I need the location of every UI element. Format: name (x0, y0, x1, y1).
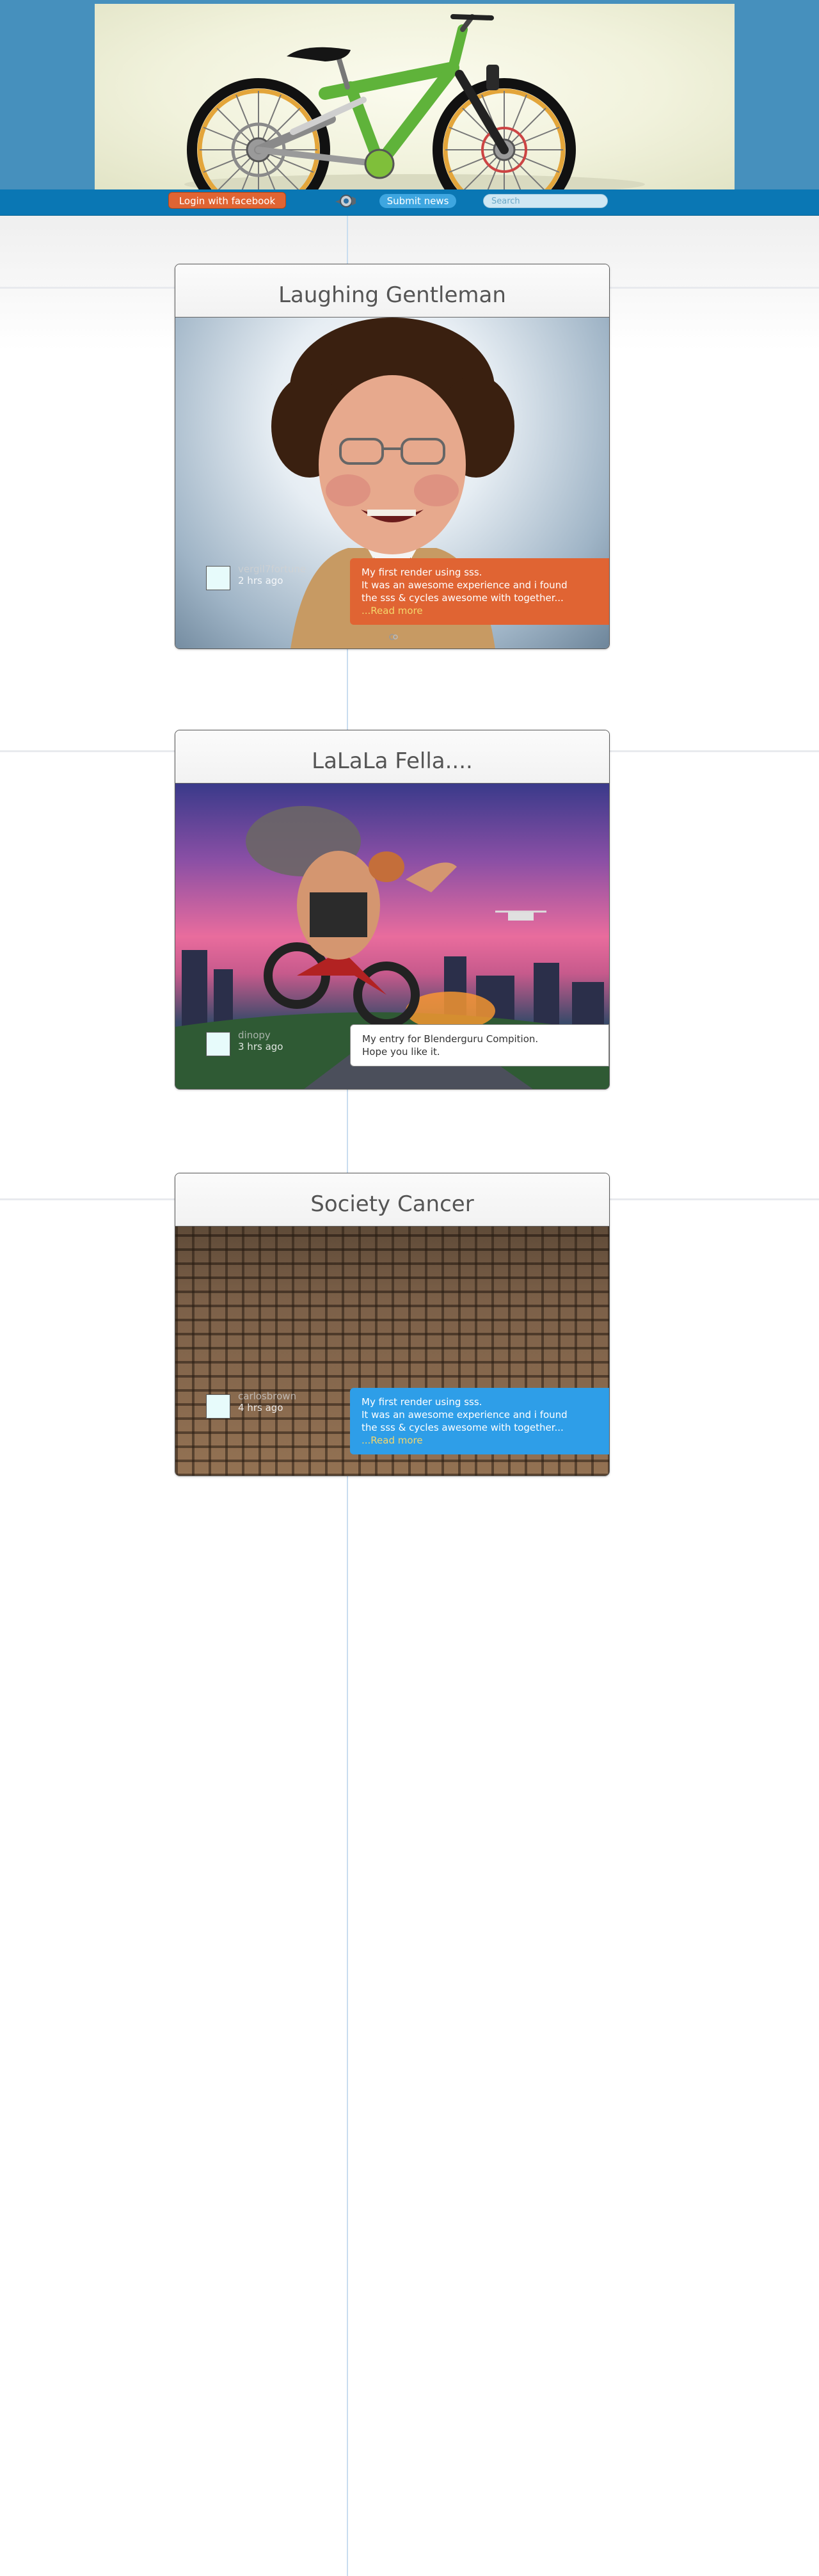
front-wheel (433, 78, 576, 189)
submit-news-button[interactable]: Submit news (379, 194, 456, 208)
post-meta: dinopy 3 hrs ago (238, 1029, 283, 1052)
post-title[interactable]: Society Cancer (175, 1173, 609, 1227)
bicycle-illustration (184, 14, 645, 189)
hero-banner (95, 4, 735, 189)
desc-line: My first render using sss. (362, 567, 482, 578)
avatar[interactable] (206, 566, 230, 590)
post-username[interactable]: dinopy (238, 1029, 283, 1041)
desc-line: the sss & cycles awesome with together..… (362, 592, 564, 604)
loading-icon (389, 634, 398, 640)
post-username[interactable]: vergil7fortune (238, 563, 306, 575)
post-image[interactable]: carlosbrown 4 hrs ago My first render us… (175, 1227, 609, 1476)
post-username[interactable]: carlosbrown (238, 1390, 296, 1402)
post-description: My first render using sss. It was an awe… (350, 1388, 609, 1454)
desc-line: It was an awesome experience and i found (362, 1409, 568, 1421)
post-image[interactable]: dinopy 3 hrs ago My entry for Blendergur… (175, 784, 609, 1089)
read-more-link[interactable]: ...Read more (362, 1434, 598, 1447)
post-description: My first render using sss. It was an awe… (350, 558, 609, 625)
avatar[interactable] (206, 1032, 230, 1056)
post-meta: carlosbrown 4 hrs ago (238, 1390, 296, 1413)
rear-wheel (187, 78, 330, 189)
desc-line: My entry for Blenderguru Compition. (362, 1033, 539, 1045)
login-facebook-button[interactable]: Login with facebook (168, 192, 286, 209)
desc-line: the sss & cycles awesome with together..… (362, 1422, 564, 1433)
post-title[interactable]: LaLaLa Fella.... (175, 730, 609, 784)
avatar[interactable] (206, 1394, 230, 1419)
post-meta: vergil7fortune 2 hrs ago (238, 563, 306, 586)
post-card[interactable]: Laughing Gentleman vergil7fortune 2 hrs … (175, 264, 610, 649)
read-more-link[interactable]: ...Read more (362, 604, 598, 617)
search-input[interactable] (483, 194, 608, 208)
post-time: 3 hrs ago (238, 1041, 283, 1052)
logo-icon[interactable] (334, 193, 357, 209)
desc-line: It was an awesome experience and i found (362, 579, 568, 591)
desc-line: Hope you like it. (362, 1046, 440, 1058)
post-card[interactable]: Society Cancer carlosbrown 4 hrs ago My … (175, 1173, 610, 1476)
desc-line: My first render using sss. (362, 1396, 482, 1408)
post-time: 2 hrs ago (238, 575, 283, 586)
post-description: My entry for Blenderguru Compition. Hope… (350, 1024, 609, 1067)
post-time: 4 hrs ago (238, 1402, 283, 1413)
post-title[interactable]: Laughing Gentleman (175, 264, 609, 318)
post-image[interactable]: vergil7fortune 2 hrs ago My first render… (175, 318, 609, 648)
post-card[interactable]: LaLaLa Fella.... dinopy 3 hrs ago My ent… (175, 730, 610, 1090)
